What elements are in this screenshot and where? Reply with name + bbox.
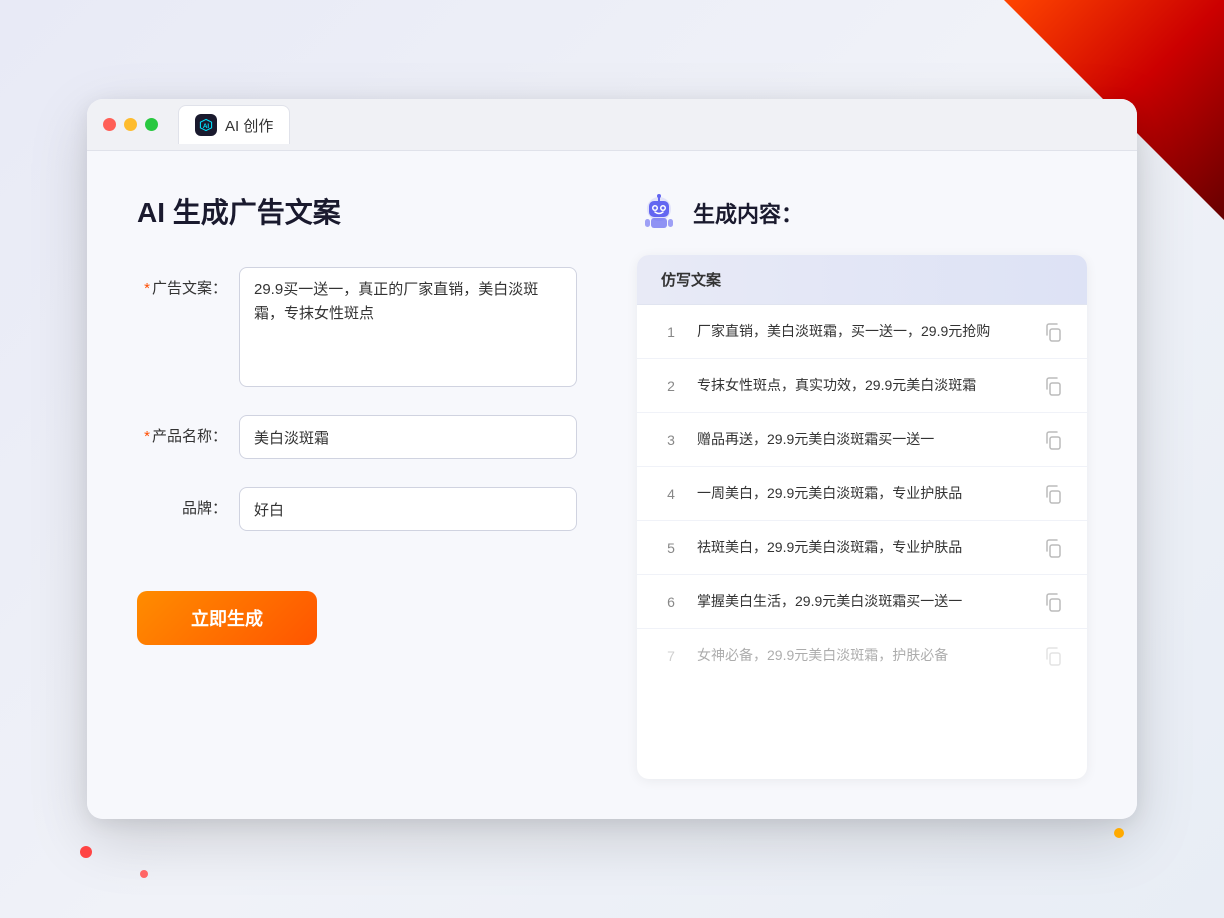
result-num: 3 — [661, 432, 681, 448]
minimize-button[interactable] — [124, 118, 137, 131]
result-item: 5 祛斑美白，29.9元美白淡斑霜，专业护肤品 — [637, 521, 1087, 575]
decoration-dot-3 — [1114, 828, 1124, 838]
ai-tab-icon: AI — [195, 114, 217, 136]
result-list: 1 厂家直销，美白淡斑霜，买一送一，29.9元抢购 2 专抹女性斑点，真实功效，… — [637, 305, 1087, 682]
generate-button[interactable]: 立即生成 — [137, 591, 317, 645]
result-item: 1 厂家直销，美白淡斑霜，买一送一，29.9元抢购 — [637, 305, 1087, 359]
ad-copy-input[interactable]: 29.9买一送一，真正的厂家直销，美白淡斑霜，专抹女性斑点 — [239, 267, 577, 387]
result-text: 掌握美白生活，29.9元美白淡斑霜买一送一 — [697, 591, 1027, 612]
decoration-dot-1 — [80, 846, 92, 858]
required-star-2: * — [144, 428, 150, 445]
result-item: 2 专抹女性斑点，真实功效，29.9元美白淡斑霜 — [637, 359, 1087, 413]
copy-icon[interactable] — [1043, 430, 1063, 450]
result-text: 专抹女性斑点，真实功效，29.9元美白淡斑霜 — [697, 375, 1027, 396]
ad-copy-group: *广告文案： 29.9买一送一，真正的厂家直销，美白淡斑霜，专抹女性斑点 — [137, 267, 577, 387]
result-text: 厂家直销，美白淡斑霜，买一送一，29.9元抢购 — [697, 321, 1027, 342]
copy-icon[interactable] — [1043, 376, 1063, 396]
copy-icon[interactable] — [1043, 484, 1063, 504]
result-card-header: 仿写文案 — [637, 255, 1087, 305]
copy-icon[interactable] — [1043, 592, 1063, 612]
page-title: AI 生成广告文案 — [137, 191, 577, 231]
product-name-input[interactable]: 美白淡斑霜 — [239, 415, 577, 459]
result-item: 6 掌握美白生活，29.9元美白淡斑霜买一送一 — [637, 575, 1087, 629]
browser-window: AI AI 创作 AI 生成广告文案 *广告文案： 29.9买一送一，真正的厂家… — [87, 99, 1137, 819]
result-header: 生成内容： — [637, 191, 1087, 235]
result-text: 赠品再送，29.9元美白淡斑霜买一送一 — [697, 429, 1027, 450]
result-card: 仿写文案 1 厂家直销，美白淡斑霜，买一送一，29.9元抢购 2 专抹女性斑点，… — [637, 255, 1087, 779]
main-content: AI 生成广告文案 *广告文案： 29.9买一送一，真正的厂家直销，美白淡斑霜，… — [87, 151, 1137, 819]
copy-icon[interactable] — [1043, 538, 1063, 558]
result-num: 5 — [661, 540, 681, 556]
result-num: 4 — [661, 486, 681, 502]
title-bar: AI AI 创作 — [87, 99, 1137, 151]
result-item: 4 一周美白，29.9元美白淡斑霜，专业护肤品 — [637, 467, 1087, 521]
brand-label: 品牌： — [137, 487, 227, 518]
product-name-group: *产品名称： 美白淡斑霜 — [137, 415, 577, 459]
copy-icon[interactable] — [1043, 646, 1063, 666]
browser-tab[interactable]: AI AI 创作 — [178, 105, 290, 144]
brand-group: 品牌： 好白 — [137, 487, 577, 531]
copy-icon[interactable] — [1043, 322, 1063, 342]
traffic-lights — [103, 118, 158, 131]
result-text: 祛斑美白，29.9元美白淡斑霜，专业护肤品 — [697, 537, 1027, 558]
result-item: 3 赠品再送，29.9元美白淡斑霜买一送一 — [637, 413, 1087, 467]
close-button[interactable] — [103, 118, 116, 131]
result-item: 7 女神必备，29.9元美白淡斑霜，护肤必备 — [637, 629, 1087, 682]
product-name-label: *产品名称： — [137, 415, 227, 446]
result-num: 7 — [661, 648, 681, 664]
decoration-dot-2 — [140, 870, 148, 878]
ad-copy-label: *广告文案： — [137, 267, 227, 298]
result-num: 1 — [661, 324, 681, 340]
required-star-1: * — [144, 280, 150, 297]
svg-text:AI: AI — [203, 123, 210, 130]
result-num: 6 — [661, 594, 681, 610]
result-text: 女神必备，29.9元美白淡斑霜，护肤必备 — [697, 645, 1027, 666]
right-panel: 生成内容： 仿写文案 1 厂家直销，美白淡斑霜，买一送一，29.9元抢购 2 专… — [637, 191, 1087, 779]
result-title: 生成内容： — [693, 197, 803, 229]
maximize-button[interactable] — [145, 118, 158, 131]
brand-input[interactable]: 好白 — [239, 487, 577, 531]
result-text: 一周美白，29.9元美白淡斑霜，专业护肤品 — [697, 483, 1027, 504]
result-num: 2 — [661, 378, 681, 394]
tab-title-text: AI 创作 — [225, 115, 273, 136]
robot-icon — [637, 191, 681, 235]
left-panel: AI 生成广告文案 *广告文案： 29.9买一送一，真正的厂家直销，美白淡斑霜，… — [137, 191, 577, 779]
